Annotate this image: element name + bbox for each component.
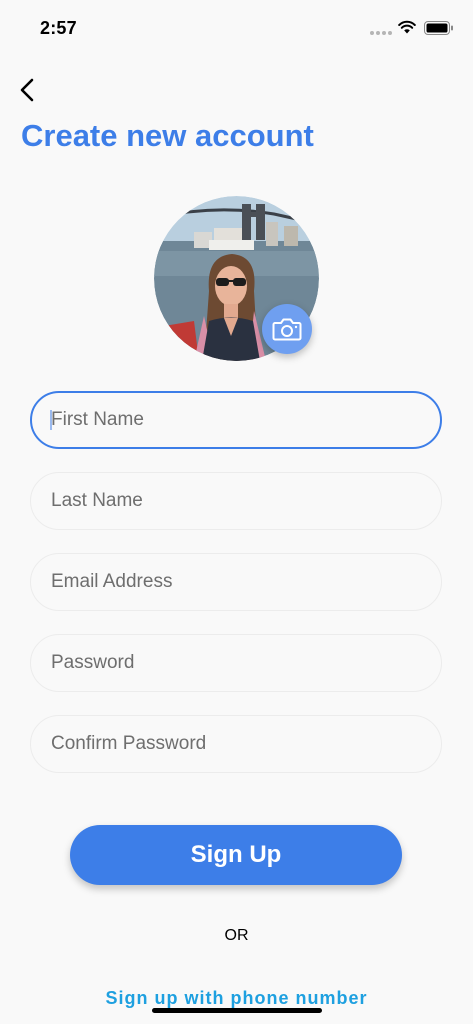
or-divider-label: OR bbox=[224, 927, 249, 944]
avatar-section bbox=[154, 196, 319, 361]
battery-icon bbox=[424, 21, 453, 35]
cellular-signal-icon bbox=[370, 31, 392, 35]
camera-icon bbox=[272, 318, 302, 341]
phone-signup-link[interactable]: Sign up with phone number bbox=[0, 988, 473, 1009]
password-input[interactable] bbox=[30, 634, 442, 692]
email-input[interactable] bbox=[30, 553, 442, 611]
status-time: 2:57 bbox=[40, 18, 77, 38]
status-bar: 2:57 bbox=[0, 0, 473, 56]
chevron-left-icon bbox=[20, 78, 34, 102]
sign-up-button[interactable]: Sign Up bbox=[70, 825, 402, 885]
page-title: Create new account bbox=[21, 118, 314, 153]
home-indicator bbox=[152, 1008, 322, 1013]
confirm-password-input[interactable] bbox=[30, 715, 442, 773]
back-button[interactable] bbox=[14, 76, 42, 104]
text-cursor bbox=[50, 410, 52, 430]
wifi-icon bbox=[398, 20, 416, 34]
first-name-input[interactable] bbox=[30, 391, 442, 449]
change-photo-button[interactable] bbox=[262, 304, 312, 354]
last-name-input[interactable] bbox=[30, 472, 442, 530]
